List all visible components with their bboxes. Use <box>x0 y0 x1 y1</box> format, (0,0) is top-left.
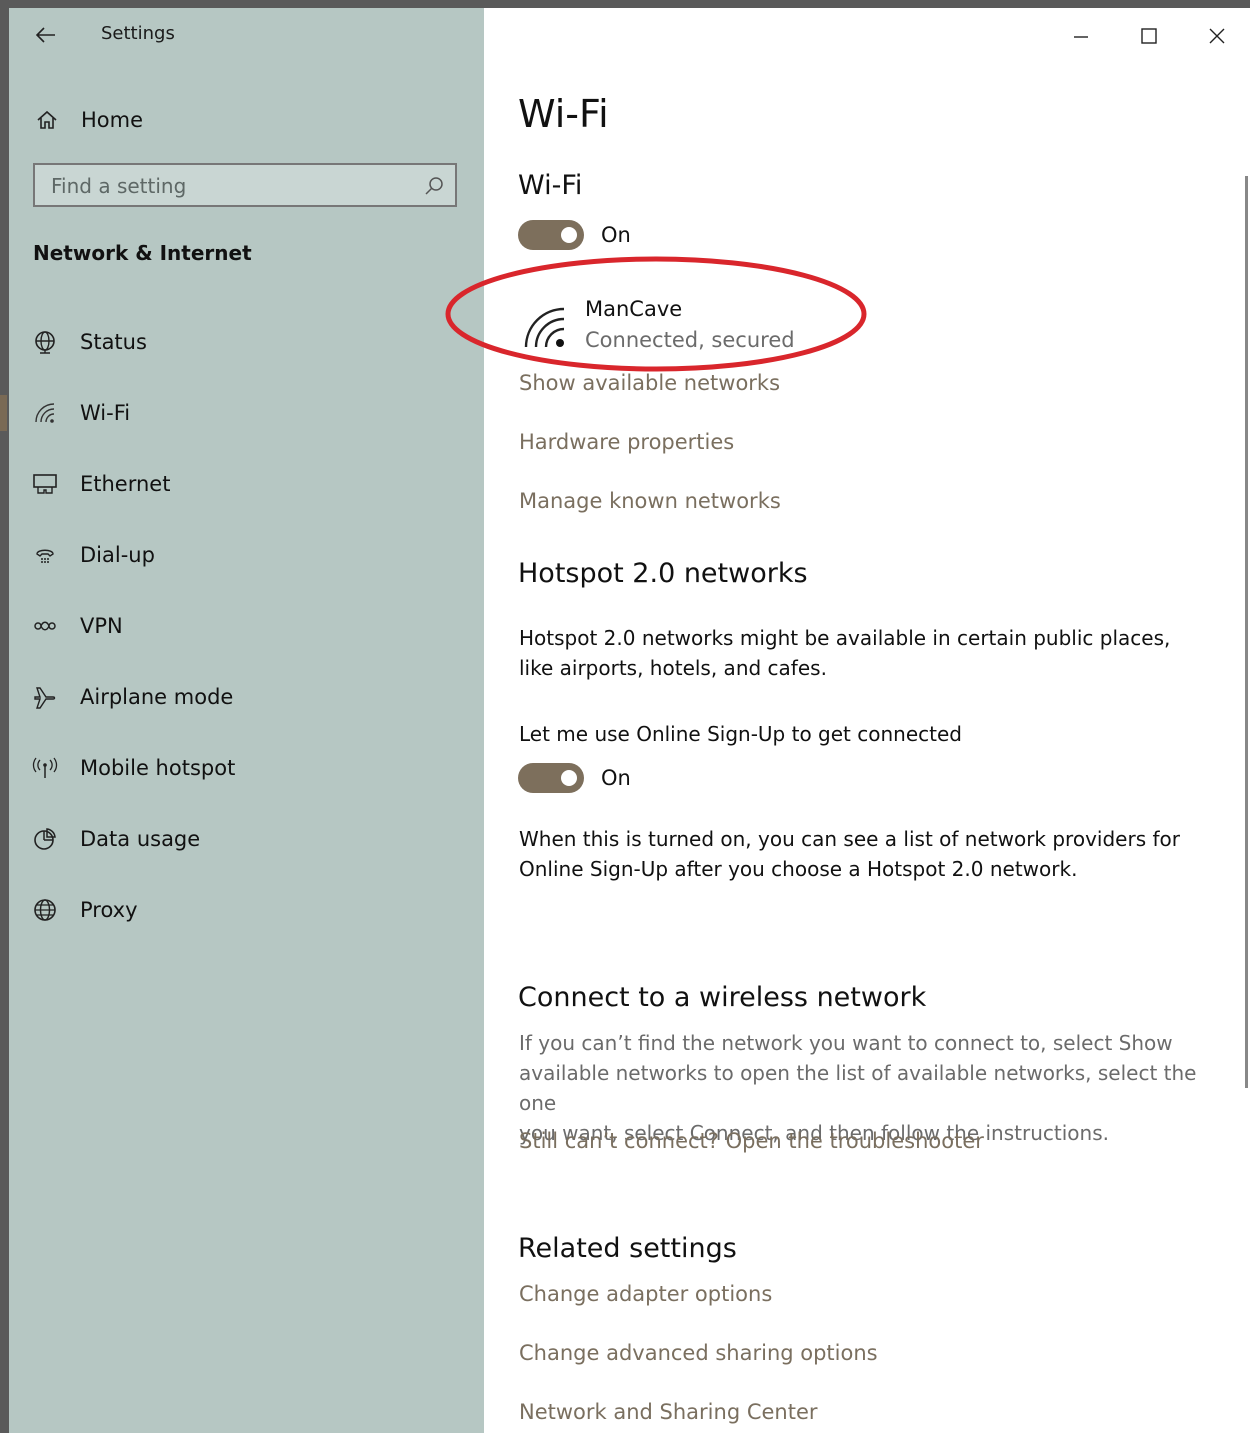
ethernet-icon <box>31 470 59 498</box>
online-signup-note-line: When this is turned on, you can see a li… <box>519 827 1180 851</box>
toggle-knob <box>561 770 577 786</box>
connect-instructions-line: available networks to open the list of a… <box>519 1061 1197 1115</box>
airplane-icon <box>31 683 59 711</box>
minimize-icon <box>1074 36 1088 38</box>
hotspot-description-line: Hotspot 2.0 networks might be available … <box>519 626 1171 650</box>
hardware-properties-link[interactable]: Hardware properties <box>519 430 734 454</box>
sidebar-item-label: Wi-Fi <box>80 401 131 425</box>
close-icon <box>1209 28 1225 44</box>
sidebar-item-status[interactable]: Status <box>9 316 484 368</box>
connect-section-title: Connect to a wireless network <box>518 982 927 1013</box>
sidebar-item-label: Proxy <box>80 898 138 922</box>
minimize-button[interactable] <box>1058 18 1104 54</box>
wifi-section-title: Wi-Fi <box>518 170 583 201</box>
home-nav-item[interactable]: Home <box>33 100 453 140</box>
online-signup-note: When this is turned on, you can see a li… <box>519 824 1209 884</box>
sidebar-item-label: Data usage <box>80 827 201 851</box>
sidebar-item-data-usage[interactable]: Data usage <box>9 813 484 865</box>
sidebar-item-mobile-hotspot[interactable]: Mobile hotspot <box>9 742 484 794</box>
sidebar-item-label: Status <box>80 330 147 354</box>
online-signup-label: Let me use Online Sign-Up to get connect… <box>519 722 962 746</box>
home-icon <box>37 110 57 129</box>
search-box[interactable] <box>33 163 457 207</box>
wifi-icon <box>31 399 59 427</box>
sidebar-item-label: VPN <box>80 614 123 638</box>
data-usage-icon <box>31 825 59 853</box>
sidebar-item-airplane[interactable]: Airplane mode <box>9 671 484 723</box>
sidebar-item-label: Airplane mode <box>80 685 234 709</box>
hotspot-section-title: Hotspot 2.0 networks <box>518 558 808 589</box>
wifi-toggle-switch[interactable] <box>518 220 584 250</box>
wifi-toggle[interactable]: On <box>518 220 631 250</box>
back-button[interactable] <box>33 22 59 48</box>
hotspot-description: Hotspot 2.0 networks might be available … <box>519 623 1209 683</box>
maximize-button[interactable] <box>1126 18 1172 54</box>
show-available-networks-link[interactable]: Show available networks <box>519 371 780 395</box>
sidebar-item-dialup[interactable]: Dial-up <box>9 529 484 581</box>
page-title: Wi-Fi <box>518 92 609 136</box>
globe-status-icon <box>31 328 59 356</box>
connect-instructions-line: If you can’t find the network you want t… <box>519 1031 1173 1055</box>
change-advanced-sharing-link[interactable]: Change advanced sharing options <box>519 1341 878 1365</box>
change-adapter-options-link[interactable]: Change adapter options <box>519 1282 772 1306</box>
sidebar-item-vpn[interactable]: VPN <box>9 600 484 652</box>
globe-icon <box>31 896 59 924</box>
home-label: Home <box>81 108 144 132</box>
section-title: Network & Internet <box>33 241 252 265</box>
main-content: Wi-Fi Wi-Fi On ManCave Connected, secure… <box>445 8 1250 1433</box>
search-icon[interactable] <box>423 175 445 197</box>
sidebar-item-label: Mobile hotspot <box>80 756 236 780</box>
hotspot-description-line: like airports, hotels, and cafes. <box>519 656 827 680</box>
back-arrow-icon <box>36 27 55 43</box>
sidebar: Settings Home Network & Internet Status … <box>0 8 484 1433</box>
app-title: Settings <box>101 23 175 44</box>
network-sharing-center-link[interactable]: Network and Sharing Center <box>519 1400 818 1424</box>
hotspot-icon <box>31 754 59 782</box>
online-signup-toggle-label: On <box>601 766 631 790</box>
sidebar-item-label: Dial-up <box>80 543 155 567</box>
scrollbar[interactable] <box>1245 176 1248 1088</box>
wifi-toggle-label: On <box>601 223 631 247</box>
sidebar-item-proxy[interactable]: Proxy <box>9 884 484 936</box>
window-border-left <box>0 0 9 1433</box>
highlight-ellipse <box>445 256 867 372</box>
online-signup-toggle[interactable]: On <box>518 763 631 793</box>
sidebar-item-ethernet[interactable]: Ethernet <box>9 458 484 510</box>
search-input[interactable] <box>35 165 423 207</box>
dialup-icon <box>31 541 59 569</box>
troubleshooter-link[interactable]: Still can’t connect? Open the troublesho… <box>519 1129 984 1153</box>
online-signup-toggle-switch[interactable] <box>518 763 584 793</box>
window-border-top <box>0 0 1250 8</box>
toggle-knob <box>561 227 577 243</box>
manage-known-networks-link[interactable]: Manage known networks <box>519 489 781 513</box>
vpn-icon <box>31 612 59 640</box>
maximize-icon <box>1141 28 1157 44</box>
close-button[interactable] <box>1194 18 1240 54</box>
online-signup-note-line: Online Sign-Up after you choose a Hotspo… <box>519 857 1078 881</box>
sidebar-item-wifi[interactable]: Wi-Fi <box>0 387 484 439</box>
sidebar-item-label: Ethernet <box>80 472 171 496</box>
related-settings-title: Related settings <box>518 1233 737 1264</box>
